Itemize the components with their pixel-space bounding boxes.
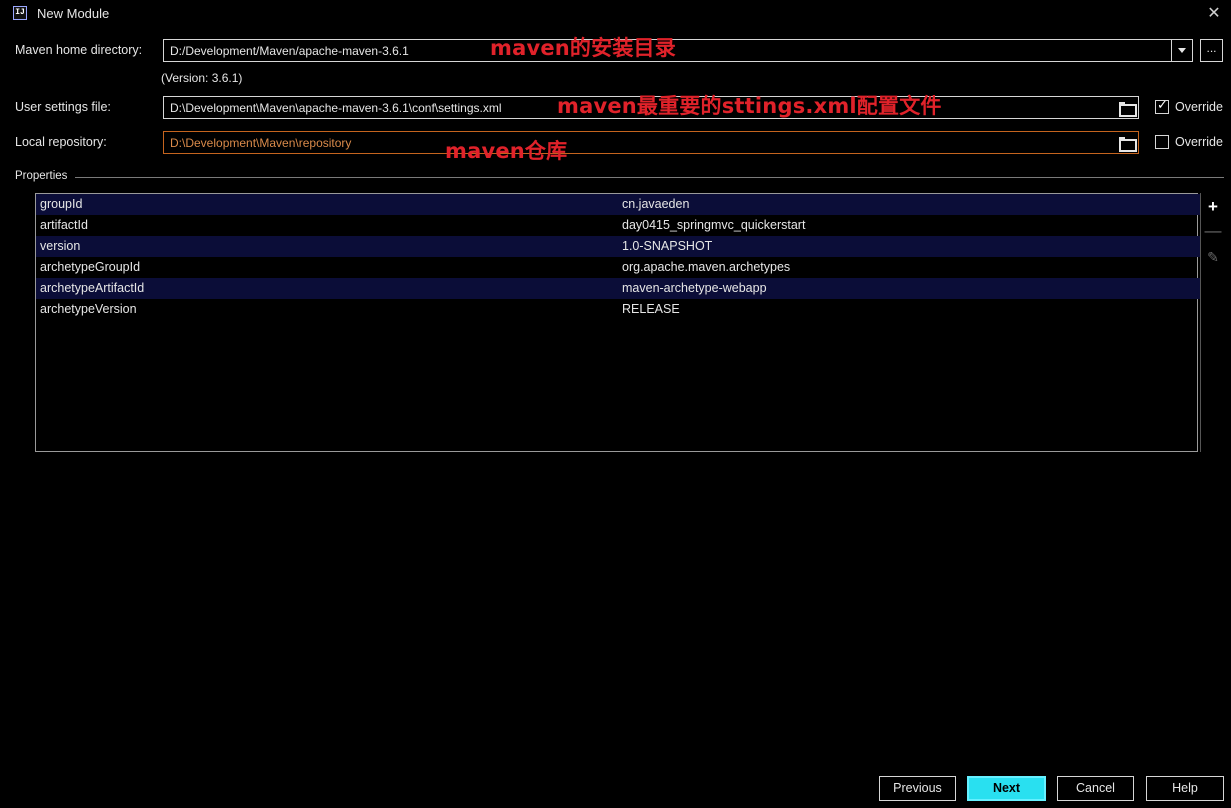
- folder-icon[interactable]: [1119, 137, 1137, 152]
- chevron-down-icon[interactable]: [1171, 40, 1192, 61]
- maven-home-combo[interactable]: D:/Development/Maven/apache-maven-3.6.1: [163, 39, 1193, 62]
- local-repo-value: D:\Development\Maven\repository: [170, 136, 352, 150]
- property-value: RELEASE: [622, 302, 680, 316]
- previous-button[interactable]: Previous: [879, 776, 956, 801]
- properties-toolbar: + — ✎: [1200, 193, 1224, 452]
- property-key: archetypeVersion: [40, 302, 137, 316]
- property-value: org.apache.maven.archetypes: [622, 260, 791, 274]
- user-settings-override-checkbox[interactable]: [1155, 98, 1169, 114]
- properties-table[interactable]: groupId cn.javaeden artifactId day0415_s…: [35, 193, 1200, 452]
- property-value: maven-archetype-webapp: [622, 281, 767, 295]
- table-row[interactable]: archetypeGroupId org.apache.maven.archet…: [36, 257, 1200, 278]
- table-row[interactable]: archetypeVersion RELEASE: [36, 299, 1200, 320]
- table-row[interactable]: archetypeArtifactId maven-archetype-weba…: [36, 278, 1200, 299]
- user-settings-label: User settings file:: [15, 100, 111, 114]
- maven-home-label: Maven home directory:: [15, 43, 143, 57]
- property-value: cn.javaeden: [622, 197, 690, 211]
- table-row[interactable]: artifactId day0415_springmvc_quickerstar…: [36, 215, 1200, 236]
- close-icon[interactable]: ✕: [1203, 3, 1225, 25]
- maven-home-value: D:/Development/Maven/apache-maven-3.6.1: [170, 44, 409, 58]
- user-settings-value: D:\Development\Maven\apache-maven-3.6.1\…: [170, 101, 502, 115]
- annotation-local-repo: maven仓库: [445, 139, 568, 163]
- remove-icon[interactable]: —: [1201, 220, 1225, 242]
- intellij-icon: IJ: [13, 6, 27, 20]
- property-value: day0415_springmvc_quickerstart: [622, 218, 806, 232]
- help-button[interactable]: Help: [1146, 776, 1224, 801]
- window-title: New Module: [37, 6, 110, 21]
- property-key: groupId: [40, 197, 83, 211]
- properties-title: Properties: [15, 170, 68, 182]
- folder-icon[interactable]: [1119, 102, 1137, 117]
- maven-home-browse-button[interactable]: ...: [1200, 39, 1223, 62]
- maven-version-note: (Version: 3.6.1): [161, 71, 243, 85]
- add-icon[interactable]: +: [1201, 196, 1225, 218]
- property-key: version: [40, 239, 81, 253]
- annotation-maven-home: maven的安装目录: [490, 36, 676, 60]
- title-bar: IJ New Module ✕: [0, 0, 1231, 28]
- cancel-button[interactable]: Cancel: [1057, 776, 1134, 801]
- annotation-user-settings: maven最重要的sttings.xml配置文件: [557, 94, 942, 118]
- local-repo-override-checkbox[interactable]: [1155, 135, 1169, 149]
- property-key: archetypeArtifactId: [40, 281, 145, 295]
- local-repo-label: Local repository:: [15, 135, 107, 149]
- properties-divider: [75, 177, 1224, 178]
- table-row[interactable]: version 1.0-SNAPSHOT: [36, 236, 1200, 257]
- next-button[interactable]: Next: [967, 776, 1046, 801]
- table-row[interactable]: groupId cn.javaeden: [36, 194, 1200, 215]
- property-key: archetypeGroupId: [40, 260, 141, 274]
- edit-icon[interactable]: ✎: [1201, 246, 1225, 268]
- property-value: 1.0-SNAPSHOT: [622, 239, 713, 253]
- local-repo-override-label: Override: [1175, 135, 1223, 149]
- user-settings-override-label: Override: [1175, 100, 1223, 114]
- property-key: artifactId: [40, 218, 88, 232]
- local-repo-field[interactable]: D:\Development\Maven\repository: [163, 131, 1139, 154]
